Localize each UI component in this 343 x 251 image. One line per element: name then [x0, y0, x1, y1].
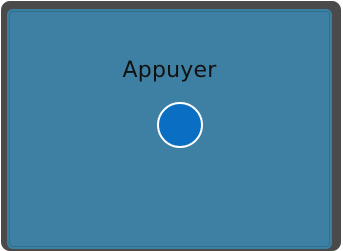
device-frame: Appuyer [1, 1, 341, 251]
touch-panel: Appuyer [7, 9, 332, 249]
tap-target-button[interactable] [157, 102, 203, 148]
instruction-title: Appuyer [122, 58, 217, 83]
